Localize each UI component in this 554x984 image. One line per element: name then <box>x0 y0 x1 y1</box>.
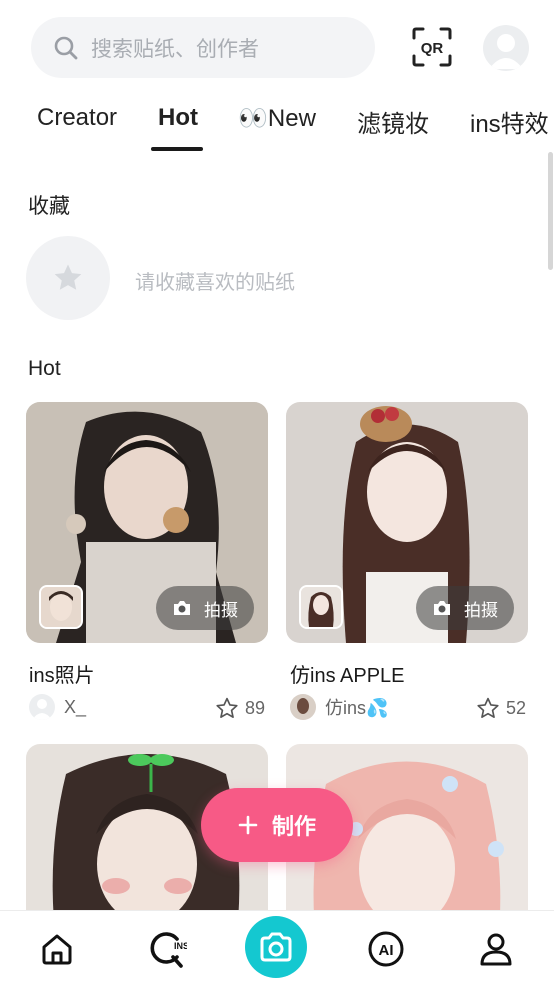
author-name: 仿ins💦 <box>325 698 389 718</box>
nav-ai[interactable]: AI <box>366 929 406 969</box>
ai-icon: AI <box>368 931 404 967</box>
favorite-count-value: 52 <box>506 698 527 718</box>
scrollbar[interactable] <box>548 152 553 270</box>
favorite-count[interactable]: 89 <box>214 696 265 721</box>
nav-profile[interactable] <box>476 929 516 969</box>
author-avatar <box>29 694 55 720</box>
profile-icon <box>480 933 512 966</box>
sticker-title[interactable]: 仿ins APPLE <box>290 659 405 688</box>
creator-thumbnail <box>299 585 343 629</box>
sticker-card[interactable]: 拍摄 <box>286 402 528 643</box>
shoot-label: 拍摄 <box>204 600 238 620</box>
category-tabs: Creator Hot 👀New 滤镜妆 ins特效 <box>0 96 554 152</box>
create-button[interactable]: 制作 <box>201 788 353 862</box>
tab-ins-effects[interactable]: ins特效 <box>470 104 549 139</box>
nav-home[interactable] <box>37 929 77 969</box>
camera-icon <box>174 601 190 615</box>
svg-text:INS: INS <box>174 941 187 951</box>
camera-capture-button[interactable] <box>245 916 307 978</box>
author-name: X_ <box>64 696 87 717</box>
shoot-label: 拍摄 <box>464 600 498 620</box>
star-outline-icon <box>216 697 238 718</box>
favorites-empty-text: 请收藏喜欢的贴纸 <box>135 272 295 294</box>
avatar-placeholder-icon <box>489 34 523 69</box>
favorites-title: 收藏 <box>28 195 70 218</box>
hot-section-title: Hot <box>28 357 61 380</box>
camera-icon <box>260 932 292 962</box>
shoot-button[interactable]: 拍摄 <box>156 586 254 630</box>
sticker-author[interactable]: X_ <box>29 694 86 720</box>
shoot-button[interactable]: 拍摄 <box>416 586 514 630</box>
tab-new[interactable]: 👀New <box>238 104 316 133</box>
search-input[interactable]: 搜索贴纸、创作者 <box>31 17 375 78</box>
star-outline-icon <box>477 697 499 718</box>
qr-scan-button[interactable]: QR <box>411 26 453 68</box>
favorite-count[interactable]: 52 <box>475 696 526 721</box>
svg-text:AI: AI <box>379 942 394 959</box>
ins-search-icon: INS <box>150 932 187 968</box>
active-tab-indicator <box>151 147 203 151</box>
star-icon <box>54 264 82 290</box>
tab-filter-makeup[interactable]: 滤镜妆 <box>357 104 429 139</box>
author-avatar <box>290 694 316 720</box>
favorites-empty-slot <box>26 236 110 320</box>
creator-thumbnail <box>39 585 83 629</box>
search-icon <box>54 36 78 59</box>
create-button-label: 制作 <box>271 814 316 839</box>
svg-text:QR: QR <box>421 40 444 57</box>
search-placeholder: 搜索贴纸、创作者 <box>91 37 259 61</box>
sticker-author[interactable]: 仿ins💦 <box>290 694 388 720</box>
tab-creator[interactable]: Creator <box>37 104 117 132</box>
sticker-card[interactable]: 拍摄 <box>26 402 268 643</box>
plus-icon <box>238 815 258 835</box>
nav-discover[interactable]: INS <box>147 929 187 969</box>
home-icon <box>42 934 72 965</box>
user-avatar[interactable] <box>483 25 529 71</box>
favorite-count-value: 89 <box>245 698 266 718</box>
sticker-title[interactable]: ins照片 <box>29 659 95 688</box>
tab-hot[interactable]: Hot <box>158 104 198 132</box>
camera-icon <box>434 601 450 615</box>
qr-icon: QR <box>412 27 452 67</box>
